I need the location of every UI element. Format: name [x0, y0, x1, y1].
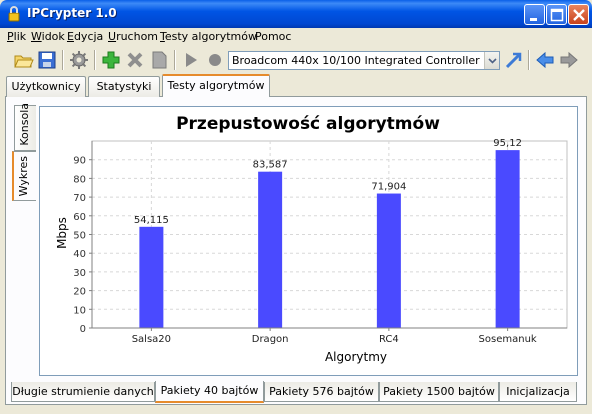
document-icon	[152, 51, 167, 69]
x-tick-label: Sosemanuk	[479, 334, 537, 345]
menu-bar: Plik Widok Edycja Uruchom Testy algorytm…	[4, 28, 588, 46]
interface-select[interactable]: Broadcom 440x 10/100 Integrated Controll…	[228, 51, 500, 70]
tab-pakiety-576[interactable]: Pakiety 576 bajtów	[264, 382, 379, 402]
settings-icon	[70, 51, 88, 69]
menu-testy-algorytmow[interactable]: Testy algorytmów	[160, 30, 257, 43]
app-icon	[8, 6, 20, 22]
tab-konsola[interactable]: Konsola	[14, 103, 36, 151]
forward-button[interactable]	[558, 49, 580, 71]
bar-sosemanuk	[495, 150, 520, 328]
play-button[interactable]	[180, 49, 202, 71]
close-button[interactable]	[568, 4, 589, 25]
connect-icon	[505, 52, 522, 69]
stop-button[interactable]	[204, 49, 226, 71]
bar-chart: Przepustowość algorytmów Algorytmy Mbps …	[55, 114, 568, 364]
record-icon	[209, 54, 221, 66]
bar-rc4	[376, 193, 401, 328]
save-icon	[38, 51, 56, 69]
menu-widok[interactable]: Widok	[31, 30, 65, 43]
y-tick-label: 60	[73, 212, 86, 223]
bar-value-label: 95,12	[493, 138, 522, 149]
open-button[interactable]	[12, 49, 34, 71]
forward-icon	[560, 51, 578, 69]
back-icon	[536, 51, 554, 69]
add-icon	[102, 51, 120, 69]
delete-icon	[127, 52, 143, 68]
minimize-button[interactable]	[524, 4, 545, 25]
menu-plik[interactable]: Plik	[7, 30, 26, 43]
add-button[interactable]	[100, 49, 122, 71]
minimize-icon	[530, 18, 537, 21]
y-axis-label: Mbps	[55, 217, 69, 249]
chart-area: Przepustowość algorytmów Algorytmy Mbps …	[39, 106, 578, 376]
window-title: IPCrypter 1.0	[27, 6, 117, 20]
settings-button[interactable]	[68, 49, 90, 71]
y-tick-label: 90	[73, 156, 86, 167]
tab-inicjalizacja[interactable]: Inicjalizacja	[499, 382, 577, 402]
open-folder-icon	[14, 55, 34, 68]
y-tick-label: 70	[73, 193, 86, 204]
document-button[interactable]	[148, 49, 170, 71]
tab-pakiety-1500[interactable]: Pakiety 1500 bajtów	[379, 382, 499, 402]
tab-dlugie-strumienie[interactable]: Długie strumienie danych	[11, 382, 155, 402]
x-tick-label: RC4	[379, 334, 399, 345]
back-button[interactable]	[534, 49, 556, 71]
save-button[interactable]	[36, 49, 58, 71]
toolbar: Broadcom 440x 10/100 Integrated Controll…	[4, 46, 588, 74]
menu-edycja[interactable]: Edycja	[67, 30, 103, 43]
delete-button[interactable]	[124, 49, 146, 71]
play-icon	[186, 53, 197, 67]
y-tick-label: 80	[73, 174, 86, 185]
y-tick-label: 40	[73, 249, 86, 260]
tab-uzytkownicy[interactable]: Użytkownicy	[6, 76, 86, 97]
tab-wykres[interactable]: Wykres	[12, 151, 36, 201]
x-axis-label: Algorytmy	[325, 350, 387, 364]
y-tick-label: 30	[73, 268, 86, 279]
title-bar: IPCrypter 1.0	[0, 0, 592, 28]
bar-salsa20	[139, 226, 164, 328]
bar-value-label: 54,115	[134, 215, 169, 226]
chart-title: Przepustowość algorytmów	[176, 114, 440, 134]
y-tick-label: 0	[80, 324, 86, 335]
bar-value-label: 71,904	[371, 182, 406, 193]
close-icon	[573, 9, 585, 21]
bar-dragon	[258, 171, 283, 328]
maximize-icon	[550, 8, 564, 22]
bar-value-label: 83,587	[253, 160, 288, 171]
y-tick-label: 50	[73, 231, 86, 242]
tab-statystyki[interactable]: Statystyki	[88, 76, 160, 97]
y-tick-label: 20	[73, 287, 86, 298]
connect-button[interactable]	[503, 49, 525, 71]
chevron-down-icon[interactable]	[484, 52, 499, 69]
tab-testy-algorytmow[interactable]: Testy algorytmów	[162, 74, 270, 97]
menu-pomoc[interactable]: Pomoc	[255, 30, 291, 43]
x-tick-label: Salsa20	[132, 334, 171, 345]
y-tick-label: 10	[73, 305, 86, 316]
tab-pakiety-40[interactable]: Pakiety 40 bajtów	[155, 381, 264, 403]
x-tick-label: Dragon	[252, 334, 289, 345]
interface-select-value: Broadcom 440x 10/100 Integrated Controll…	[232, 54, 480, 67]
menu-uruchom[interactable]: Uruchom	[108, 30, 158, 43]
maximize-button[interactable]	[546, 4, 567, 25]
